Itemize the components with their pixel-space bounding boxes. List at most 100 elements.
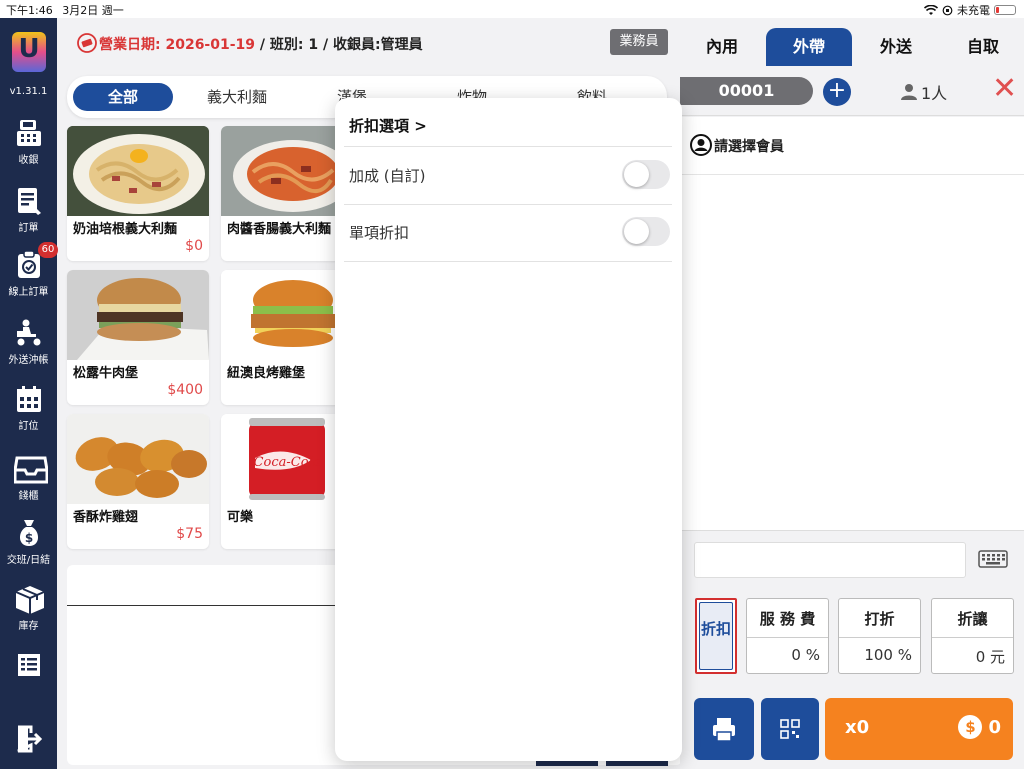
sidebar-item-orders[interactable]: 訂單: [0, 186, 57, 234]
qr-code-icon: [780, 719, 800, 739]
qr-code-button[interactable]: [761, 698, 819, 760]
sidebar-item-label: 庫存: [18, 621, 39, 632]
option-row-surcharge: 加成 (自訂): [349, 147, 670, 204]
app-version: v1.31.1: [9, 86, 48, 97]
keyboard-icon[interactable]: [978, 549, 1008, 569]
people-count-text: 1人: [921, 84, 948, 103]
discount-amount-label: 折讓: [932, 608, 1013, 638]
printer-icon: [713, 718, 735, 742]
product-name: 可樂: [227, 510, 254, 525]
tab-pickup[interactable]: 自取: [942, 28, 1024, 66]
order-number[interactable]: 00001: [680, 77, 813, 105]
product-image-fried-wings: [67, 414, 209, 504]
sidebar-item-cashier[interactable]: 收銀: [0, 118, 57, 166]
print-button[interactable]: [694, 698, 754, 760]
popover-title[interactable]: 折扣選項 >: [349, 115, 427, 136]
checkout-button[interactable]: x0 $ 0: [825, 698, 1013, 760]
sidebar-item-shift-close[interactable]: $ 交班/日結: [0, 518, 57, 566]
order-info-row: 00001 + 1人 ✕: [680, 66, 1024, 116]
report-icon: [14, 650, 44, 680]
sales-agent-button[interactable]: 業務員: [610, 29, 668, 55]
sidebar-item-label: 錢櫃: [18, 491, 39, 502]
item-quantity: x0: [845, 717, 870, 738]
order-type-tabs: 內用 外帶 外送 自取: [680, 28, 1024, 66]
sidebar-item-label: 外送沖帳: [8, 355, 49, 366]
service-fee-box[interactable]: 服 務 費 0 %: [746, 598, 829, 674]
close-order-button[interactable]: ✕: [992, 74, 1017, 104]
business-date-icon: [77, 33, 97, 53]
product-price: $0: [185, 238, 203, 254]
cash-register-icon: [14, 118, 44, 148]
shift-info: / 班別: 1 / 收銀員:管理員: [255, 37, 423, 53]
person-icon: [901, 84, 917, 100]
note-input-row: [680, 530, 1024, 590]
service-fee-value: 0 %: [791, 646, 820, 664]
product-card[interactable]: 香酥炸雞翅 $75: [67, 414, 209, 549]
item-discount-toggle[interactable]: [622, 217, 670, 246]
status-date: 3月2日 週一: [62, 4, 124, 17]
orientation-lock-icon: [942, 5, 953, 15]
discount-options-popover: 折扣選項 > 加成 (自訂) 單項折扣: [335, 98, 682, 761]
sidebar-item-label: 線上訂單: [8, 287, 49, 298]
svg-text:Coca-Cola: Coca-Cola: [254, 455, 321, 470]
sidebar-item-label: 訂位: [18, 421, 39, 432]
service-fee-label: 服 務 費: [747, 608, 828, 638]
calendar-icon: [14, 384, 44, 414]
member-select-row[interactable]: 請選擇會員: [680, 117, 1024, 175]
tab-delivery[interactable]: 外送: [854, 28, 938, 66]
sidebar-item-inventory[interactable]: 庫存: [0, 584, 57, 632]
sidebar-item-cash-drawer[interactable]: 錢櫃: [0, 454, 57, 502]
product-image-pasta-carbonara: [67, 126, 209, 216]
product-card[interactable]: 松露牛肉堡 $400: [67, 270, 209, 405]
discount-amount-value: 0 元: [975, 648, 1005, 666]
discount-button-label: 折扣: [699, 602, 733, 670]
sidebar-item-report[interactable]: [0, 650, 57, 683]
divider: [344, 261, 672, 262]
sidebar-item-label: 交班/日結: [6, 555, 51, 566]
total-amount-value: 0: [988, 716, 1001, 738]
dollar-coin-icon: $: [958, 715, 983, 739]
app-logo: [12, 32, 46, 72]
product-name: 松露牛肉堡: [73, 366, 139, 381]
business-date: 營業日期: 2026-01-19: [99, 37, 256, 53]
sidebar-item-delivery[interactable]: 外送沖帳: [0, 318, 57, 366]
product-image-truffle-beef-burger: [67, 270, 209, 360]
tab-takeout[interactable]: 外帶: [766, 28, 852, 66]
wifi-icon: [924, 4, 938, 15]
member-select-label: 請選擇會員: [714, 139, 784, 155]
surcharge-toggle[interactable]: [622, 160, 670, 189]
discount-button[interactable]: 折扣: [695, 598, 737, 674]
category-tab-pasta[interactable]: 義大利麵: [185, 83, 289, 111]
discount-rate-box[interactable]: 打折 100 %: [838, 598, 921, 674]
product-name: 紐澳良烤雞堡: [227, 366, 306, 381]
cash-drawer-icon: [13, 454, 48, 484]
total-amount: $ 0: [958, 715, 1001, 739]
people-count[interactable]: 1人: [900, 80, 947, 104]
sidebar: v1.31.1 收銀 訂單 線上訂單 60 外送沖帳: [0, 18, 58, 769]
tab-dine-in[interactable]: 內用: [682, 28, 762, 66]
order-note-input[interactable]: [694, 542, 966, 578]
online-order-badge: 60: [38, 242, 58, 258]
product-name: 奶油培根義大利麵: [73, 222, 178, 237]
product-price: $75: [176, 526, 203, 542]
product-name: 香酥炸雞翅: [73, 510, 139, 525]
business-info: 營業日期: 2026-01-19 / 班別: 1 / 收銀員:管理員: [99, 34, 423, 54]
order-item-list: [680, 175, 1024, 530]
product-name: 肉醬香腸義大利麵: [227, 222, 332, 237]
discount-amount-box[interactable]: 折讓 0 元: [931, 598, 1014, 674]
product-card[interactable]: 奶油培根義大利麵 $0: [67, 126, 209, 261]
add-order-button[interactable]: +: [823, 78, 851, 106]
logout-icon: [14, 724, 44, 754]
member-avatar-icon: [690, 134, 712, 156]
delivery-scooter-icon: [14, 318, 44, 348]
option-label: 單項折扣: [349, 224, 410, 242]
battery-icon: [994, 5, 1016, 15]
sidebar-item-label: 訂單: [18, 223, 39, 234]
sidebar-item-reservation[interactable]: 訂位: [0, 384, 57, 432]
inventory-box-icon: [14, 584, 44, 614]
category-tab-all[interactable]: 全部: [73, 83, 173, 111]
status-bar: 下午1:46 3月2日 週一 未充電: [0, 0, 1024, 18]
status-right: 未充電: [924, 2, 1016, 18]
logout-button[interactable]: [0, 724, 57, 757]
option-row-item-discount: 單項折扣: [349, 204, 670, 261]
